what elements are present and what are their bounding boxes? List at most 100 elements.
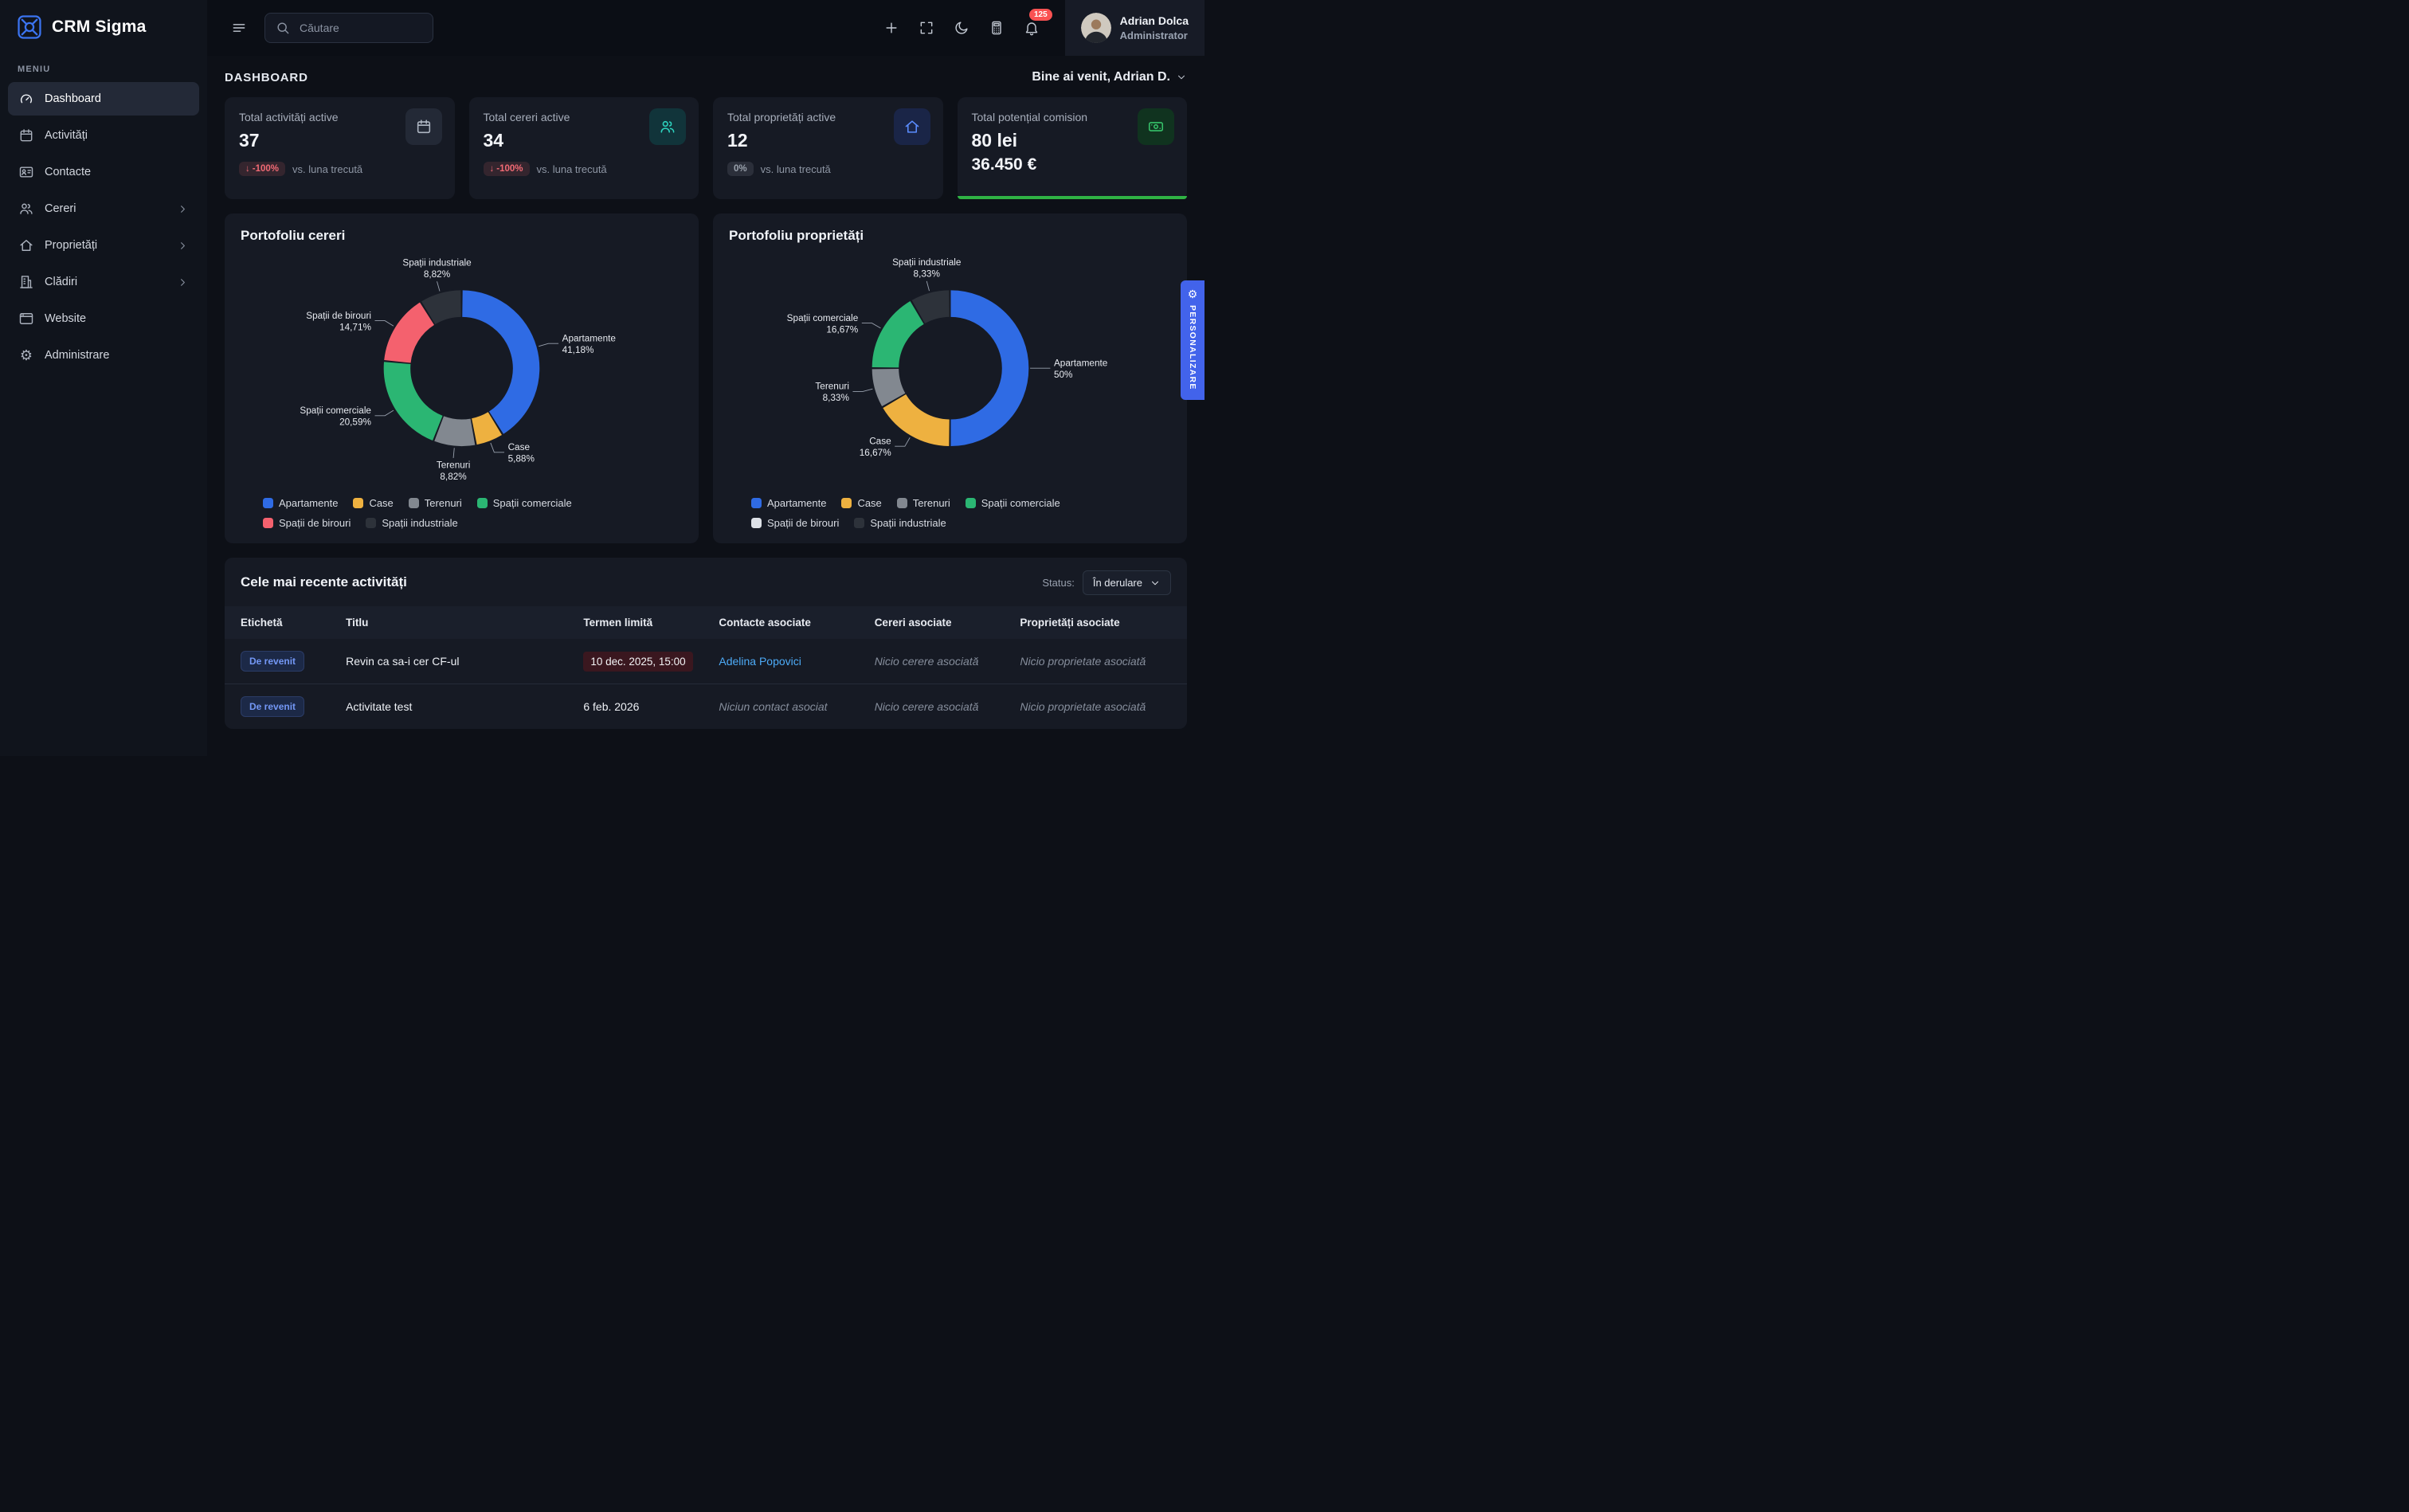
label-callout-line — [852, 389, 872, 391]
brand-name: CRM Sigma — [52, 18, 146, 37]
donut-segment-apartamente[interactable] — [950, 304, 1015, 433]
legend-item-terenuri[interactable]: Terenuri — [897, 497, 950, 509]
donut-segment-case[interactable] — [474, 424, 495, 432]
search-box[interactable] — [264, 13, 433, 43]
legend-item-spatii-comerciale[interactable]: Spații comerciale — [477, 497, 572, 509]
legend-item-spatii-industriale[interactable]: Spații industriale — [854, 517, 946, 529]
menu-section-label: MENIU — [18, 65, 207, 74]
legend-label: Case — [369, 497, 393, 509]
donut-label-spatii-industriale: Spații industriale8,82% — [402, 257, 472, 279]
sidebar-item-contacte[interactable]: Contacte — [8, 155, 199, 189]
stat-compare-text: vs. luna trecută — [292, 163, 362, 175]
topbar: 125 Adrian Dolca Administrator — [207, 0, 1204, 56]
stat-meta: ↓-100%vs. luna trecută — [239, 162, 441, 176]
portofoliu-proprietati-donut[interactable]: Apartamente50%Case16,67%Terenuri8,33%Spa… — [729, 247, 1171, 492]
donut-label-case: Case5,88% — [508, 442, 535, 464]
activities-header: Cele mai recente activități Status: În d… — [241, 570, 1171, 595]
donut-segment-spatii-comerciale[interactable] — [397, 363, 437, 429]
legend-swatch — [366, 518, 376, 528]
legend-item-terenuri[interactable]: Terenuri — [409, 497, 462, 509]
personalize-tab[interactable]: ⚙ PERSONALIZARE — [1181, 280, 1204, 400]
calendar-icon — [405, 108, 442, 145]
gear-icon: ⚙ — [1188, 288, 1198, 300]
sidebar-item-administrare[interactable]: ⚙Administrare — [8, 339, 199, 372]
user-menu[interactable]: Adrian Dolca Administrator — [1065, 0, 1204, 56]
legend-item-spatii-industriale[interactable]: Spații industriale — [366, 517, 457, 529]
avatar — [1081, 13, 1111, 43]
cash-icon — [1138, 108, 1174, 145]
brand[interactable]: CRM Sigma — [0, 0, 207, 52]
page-head: DASHBOARD Bine ai venit, Adrian D. — [225, 70, 1187, 84]
sidebar-item-dashboard[interactable]: Dashboard — [8, 82, 199, 116]
plus-button[interactable] — [879, 15, 904, 41]
table-row[interactable]: De revenitActivitate test6 feb. 2026Nici… — [225, 684, 1187, 729]
activity-tag-badge: De revenit — [241, 696, 304, 717]
stat-card-total-potential-comision: Total potențial comision80 lei36.450 € — [958, 97, 1188, 199]
moon-button[interactable] — [949, 15, 974, 41]
users-icon — [649, 108, 686, 145]
donut-segment-spatii-de-birouri[interactable] — [398, 314, 427, 362]
welcome-text: Bine ai venit, Adrian D. — [1032, 70, 1170, 84]
expand-button[interactable] — [914, 15, 939, 41]
label-callout-line — [926, 281, 929, 291]
donut-label-spatii-comerciale: Spații comerciale20,59% — [300, 405, 371, 427]
stat-value-secondary: 36.450 € — [972, 155, 1173, 174]
welcome-dropdown[interactable]: Bine ai venit, Adrian D. — [1032, 70, 1187, 84]
table-row[interactable]: De revenitRevin ca sa-i cer CF-ul10 dec.… — [225, 639, 1187, 684]
browser-icon — [18, 311, 34, 327]
legend-item-spatii-de-birouri[interactable]: Spații de birouri — [751, 517, 839, 529]
legend-swatch — [409, 498, 419, 508]
donut-label-terenuri: Terenuri8,33% — [815, 382, 849, 403]
legend-item-apartamente[interactable]: Apartamente — [751, 497, 826, 509]
app-root: CRM Sigma MENIU Dashboard Activități Conta… — [0, 0, 1204, 756]
sidebar-item-cladiri[interactable]: Clădiri — [8, 265, 199, 299]
sidebar-item-activitati[interactable]: Activități — [8, 119, 199, 152]
legend-label: Apartamente — [279, 497, 338, 509]
legend-swatch — [751, 518, 762, 528]
donut-chart-cereri: Apartamente41,18%Case5,88%Terenuri8,82%S… — [241, 247, 683, 492]
legend-swatch — [966, 498, 976, 508]
sidebar-item-label: Contacte — [45, 166, 91, 178]
bell-button[interactable]: 125 — [1019, 15, 1044, 41]
donut-label-spatii-de-birouri: Spații de birouri14,71% — [306, 311, 371, 332]
stat-meta: ↓-100%vs. luna trecută — [484, 162, 685, 176]
calculator-icon — [989, 20, 1005, 36]
contact-link[interactable]: Adelina Popovici — [719, 655, 801, 668]
donut-segment-apartamente[interactable] — [462, 304, 526, 422]
sidebar-item-label: Administrare — [45, 349, 109, 362]
sidebar-item-cereri[interactable]: Cereri — [8, 192, 199, 225]
legend-item-spatii-de-birouri[interactable]: Spații de birouri — [263, 517, 351, 529]
portofoliu-cereri-donut[interactable]: Apartamente41,18%Case5,88%Terenuri8,82%S… — [241, 247, 683, 492]
donut-segment-spatii-industriale[interactable] — [919, 304, 950, 311]
activities-card: Cele mai recente activități Status: În d… — [225, 558, 1187, 729]
legend-item-apartamente[interactable]: Apartamente — [263, 497, 338, 509]
donut-segment-spatii-industriale[interactable] — [429, 304, 461, 313]
legend-item-case[interactable]: Case — [841, 497, 881, 509]
label-callout-line — [895, 437, 910, 446]
chart-card-proprietati: Portofoliu proprietăți Apartamente50%Cas… — [713, 213, 1187, 543]
calculator-button[interactable] — [984, 15, 1009, 41]
activity-title: Revin ca sa-i cer CF-ul — [346, 655, 574, 668]
legend-swatch — [897, 498, 907, 508]
contact-empty: Niciun contact asociat — [719, 700, 827, 713]
sidebar-item-website[interactable]: Website — [8, 302, 199, 335]
legend-label: Spații comerciale — [493, 497, 572, 509]
sidebar-item-label: Activități — [45, 129, 88, 142]
donut-segment-spatii-comerciale[interactable] — [885, 312, 917, 367]
sidebar-item-proprietati[interactable]: Proprietăți — [8, 229, 199, 262]
activities-table-body: De revenitRevin ca sa-i cer CF-ul10 dec.… — [241, 639, 1171, 729]
label-callout-line — [862, 323, 881, 328]
activity-properties: Nicio proprietate asociată — [1020, 700, 1146, 713]
donut-segment-terenuri[interactable] — [439, 429, 472, 433]
dashboard-icon — [18, 91, 34, 107]
hamburger-button[interactable] — [226, 15, 252, 41]
search-input[interactable] — [298, 21, 423, 35]
legend-item-spatii-comerciale[interactable]: Spații comerciale — [966, 497, 1060, 509]
notification-badge: 125 — [1029, 9, 1052, 21]
legend-item-case[interactable]: Case — [353, 497, 393, 509]
donut-segment-terenuri[interactable] — [885, 369, 893, 400]
donut-segment-case[interactable] — [895, 402, 950, 433]
status-value: În derulare — [1093, 577, 1142, 589]
label-callout-line — [491, 443, 504, 452]
status-select[interactable]: În derulare — [1083, 570, 1171, 595]
